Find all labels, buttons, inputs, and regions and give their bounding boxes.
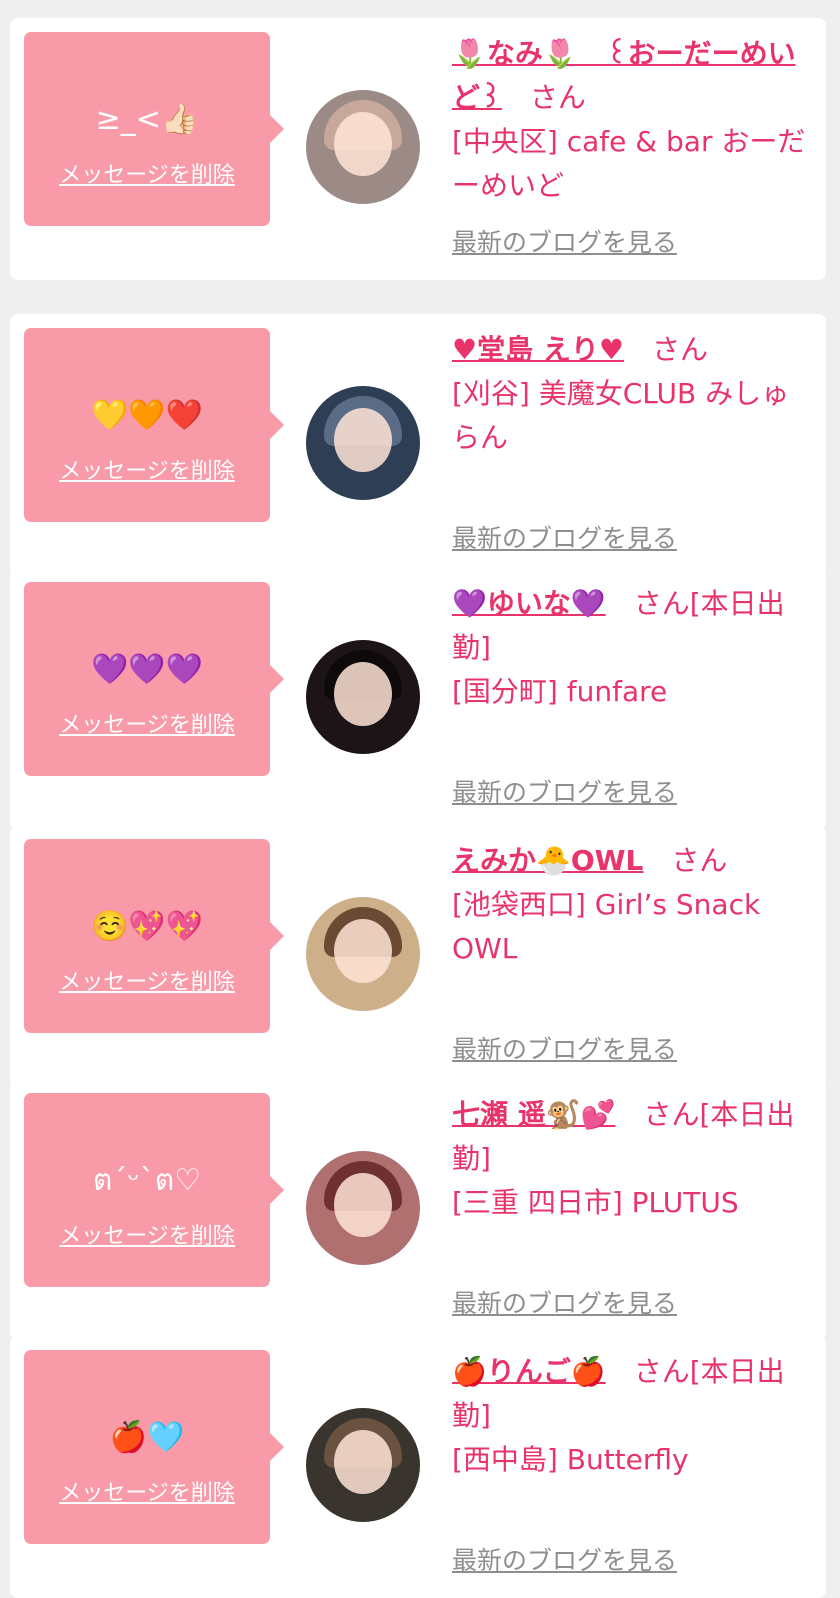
cast-name-link[interactable]: 🍎りんご🍎 — [452, 1355, 606, 1388]
message-text: ตˊᵕˋต♡ — [92, 1163, 202, 1198]
name-suffix — [624, 333, 652, 366]
message-card: 🍎🩵 メッセージを削除 🍎りんご🍎 さん[本日出勤] [西中島] Butterfly 最… — [10, 1336, 826, 1598]
latest-blog-link[interactable]: 最新のブログを見る — [452, 1544, 677, 1578]
latest-blog-link[interactable]: 最新のブログを見る — [452, 522, 677, 556]
message-bubble: ☺️💖💖 メッセージを削除 — [24, 839, 284, 1033]
shop-name: [中央区] cafe & bar おーだーめいど — [452, 125, 806, 202]
delete-message-link[interactable]: メッセージを削除 — [24, 1221, 270, 1253]
name-suffix — [502, 81, 530, 114]
delete-message-link[interactable]: メッセージを削除 — [24, 160, 270, 192]
message-bubble: 🍎🩵 メッセージを削除 — [24, 1350, 284, 1544]
avatar-face — [334, 408, 392, 472]
latest-blog-link[interactable]: 最新のブログを見る — [452, 1033, 677, 1067]
delete-message-link[interactable]: メッセージを削除 — [24, 1478, 270, 1510]
message-card: ≥_<👍🏻 メッセージを削除 🌷なみ🌷 ꒰おーだーめいど꒱ さん [中央区] cafe… — [10, 18, 826, 280]
avatar-face — [334, 1173, 392, 1237]
message-bubble: ≥_<👍🏻 メッセージを削除 — [24, 32, 284, 226]
name-suffix-text: さん — [651, 333, 708, 366]
name-suffix-text: さん — [671, 844, 728, 877]
shop-name: [池袋西口] Girl’s Snack OWL — [452, 888, 761, 965]
cast-info: えみか🐣OWL さん [池袋西口] Girl’s Snack OWL — [452, 839, 812, 971]
message-text: 🍎🩵 — [109, 1420, 185, 1455]
shop-name: [西中島] Butterfly — [452, 1443, 689, 1476]
latest-blog-link[interactable]: 最新のブログを見る — [452, 776, 677, 810]
avatar[interactable] — [306, 1408, 420, 1522]
cast-info: 七瀬 遥🐒💕 さん[本日出勤] [三重 四日市] PLUTUS — [452, 1093, 812, 1225]
avatar-face — [334, 1430, 392, 1494]
message-text: 💜💜💜 — [90, 652, 204, 687]
cast-name-link[interactable]: 💜ゆいな💜 — [452, 587, 606, 620]
message-card: 💜💜💜 メッセージを削除 💜ゆいな💜 さん[本日出勤] [国分町] funfare 最新… — [10, 568, 826, 830]
shop-name: [刈谷] 美魔女CLUB みしゅらん — [452, 377, 790, 454]
delete-message-link[interactable]: メッセージを削除 — [24, 456, 270, 488]
message-bubble: 💜💜💜 メッセージを削除 — [24, 582, 284, 776]
delete-message-link[interactable]: メッセージを削除 — [24, 967, 270, 999]
message-bubble: ตˊᵕˋต♡ メッセージを削除 — [24, 1093, 284, 1287]
message-text: ☺️💖💖 — [90, 909, 204, 944]
name-suffix — [615, 1098, 643, 1131]
latest-blog-link[interactable]: 最新のブログを見る — [452, 1287, 677, 1321]
latest-blog-link[interactable]: 最新のブログを見る — [452, 226, 677, 260]
cast-info: ♥堂島 えり♥ さん [刈谷] 美魔女CLUB みしゅらん — [452, 328, 812, 460]
message-text: 💛🧡❤️ — [90, 398, 204, 433]
name-suffix-text: さん — [529, 81, 586, 114]
message-card: ☺️💖💖 メッセージを削除 えみか🐣OWL さん [池袋西口] Girl’s Snac… — [10, 825, 826, 1087]
avatar[interactable] — [306, 90, 420, 204]
name-suffix — [643, 844, 671, 877]
name-suffix — [606, 587, 634, 620]
shop-name: [三重 四日市] PLUTUS — [452, 1186, 739, 1219]
delete-message-link[interactable]: メッセージを削除 — [24, 710, 270, 742]
avatar[interactable] — [306, 386, 420, 500]
message-card: ตˊᵕˋต♡ メッセージを削除 七瀬 遥🐒💕 さん[本日出勤] [三重 四日市] PL… — [10, 1079, 826, 1341]
avatar-face — [334, 662, 392, 726]
cast-info: 💜ゆいな💜 さん[本日出勤] [国分町] funfare — [452, 582, 812, 714]
cast-info: 🍎りんご🍎 さん[本日出勤] [西中島] Butterfly — [452, 1350, 812, 1482]
cast-name-link[interactable]: ♥堂島 えり♥ — [452, 333, 624, 366]
avatar[interactable] — [306, 1151, 420, 1265]
message-bubble: 💛🧡❤️ メッセージを削除 — [24, 328, 284, 522]
cast-info: 🌷なみ🌷 ꒰おーだーめいど꒱ さん [中央区] cafe & bar おーだーめい… — [452, 32, 812, 208]
cast-name-link[interactable]: えみか🐣OWL — [452, 844, 643, 877]
cast-name-link[interactable]: 七瀬 遥🐒💕 — [452, 1098, 615, 1131]
message-text: ≥_<👍🏻 — [95, 102, 199, 137]
message-card: 💛🧡❤️ メッセージを削除 ♥堂島 えり♥ さん [刈谷] 美魔女CLUB みしゅらん… — [10, 314, 826, 576]
avatar[interactable] — [306, 640, 420, 754]
avatar-face — [334, 112, 392, 176]
avatar-face — [334, 919, 392, 983]
shop-name: [国分町] funfare — [452, 675, 668, 708]
avatar[interactable] — [306, 897, 420, 1011]
name-suffix — [606, 1355, 634, 1388]
